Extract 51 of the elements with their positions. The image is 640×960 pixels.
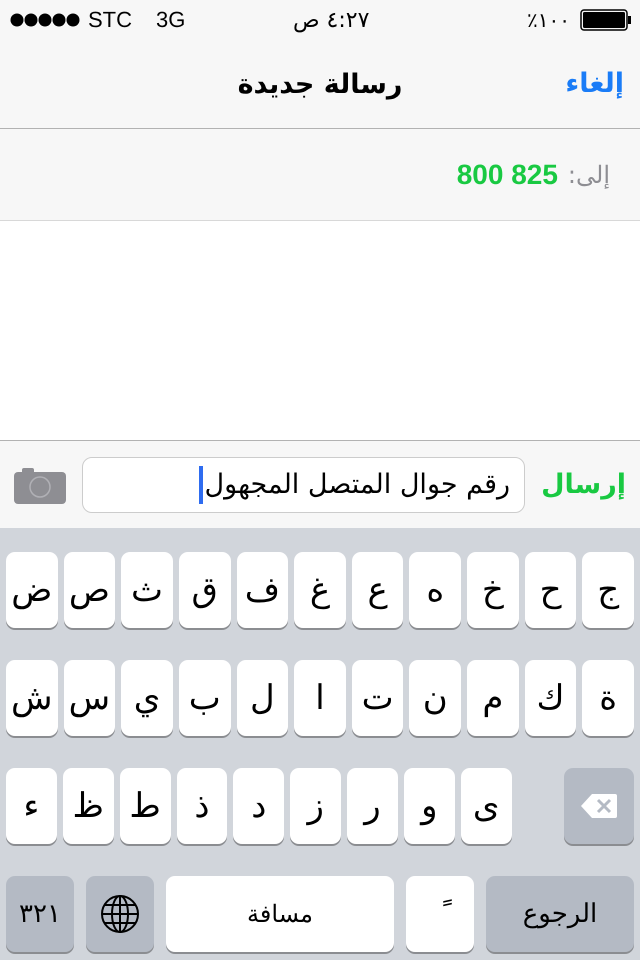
to-label: إلى: [568,160,610,188]
letter-key[interactable]: ز [290,768,342,844]
globe-icon [100,894,140,934]
delete-icon [580,793,618,819]
letter-key[interactable]: م [467,660,519,736]
letter-key[interactable]: ب [178,660,231,736]
letter-key[interactable]: ض [6,552,58,628]
letter-key[interactable]: غ [294,552,346,628]
camera-icon[interactable] [14,466,66,504]
letter-key[interactable]: خ [467,552,519,628]
clock-time: ٤:٢٧ ص [292,8,370,32]
delete-key[interactable] [564,768,634,844]
letter-key[interactable]: ع [352,552,404,628]
letter-key[interactable]: ث [121,552,173,628]
letter-key[interactable]: ن [409,660,462,736]
letter-key[interactable]: ذ [176,768,228,844]
carrier-name: STC [88,7,132,33]
letter-key[interactable]: ا [294,660,346,736]
letter-key[interactable]: س [64,660,116,736]
signal-icon [10,13,80,27]
text-cursor [198,466,203,504]
letter-key[interactable]: ة [582,660,634,736]
letter-key[interactable]: ح [524,552,576,628]
letter-key[interactable]: ء [6,768,57,844]
letter-key[interactable]: ى [460,768,512,844]
letter-key[interactable]: ل [236,660,288,736]
network-type: 3G [156,7,186,33]
letter-key[interactable]: ي [121,660,173,736]
letter-key[interactable]: ر [347,768,398,844]
letter-key[interactable]: و [404,768,455,844]
return-key[interactable]: الرجوع [486,876,634,952]
letter-key[interactable]: د [233,768,284,844]
battery-icon [580,9,632,31]
letter-key[interactable]: ش [6,660,58,736]
letter-key[interactable]: ك [524,660,576,736]
mark-key[interactable]: ً [406,876,474,952]
letter-key[interactable]: ط [120,768,171,844]
letter-key[interactable]: ه [409,552,462,628]
globe-key[interactable] [86,876,154,952]
letter-key[interactable]: ف [236,552,288,628]
battery-percentage: ١٠٠٪ [527,8,570,32]
message-field[interactable]: رقم جوال المتصل المجهول [82,456,526,512]
cancel-link[interactable]: إلغاء [565,68,624,99]
letter-key[interactable]: ق [178,552,231,628]
screen-title: رسالة جديدة [238,68,402,100]
letter-key[interactable]: ظ [62,768,114,844]
space-key[interactable]: مسافة [166,876,394,952]
letter-key[interactable]: ج [582,552,634,628]
letter-key[interactable]: ص [64,552,116,628]
numbers-key[interactable]: ٣٢١ [6,876,74,952]
letter-key[interactable]: ت [352,660,404,736]
